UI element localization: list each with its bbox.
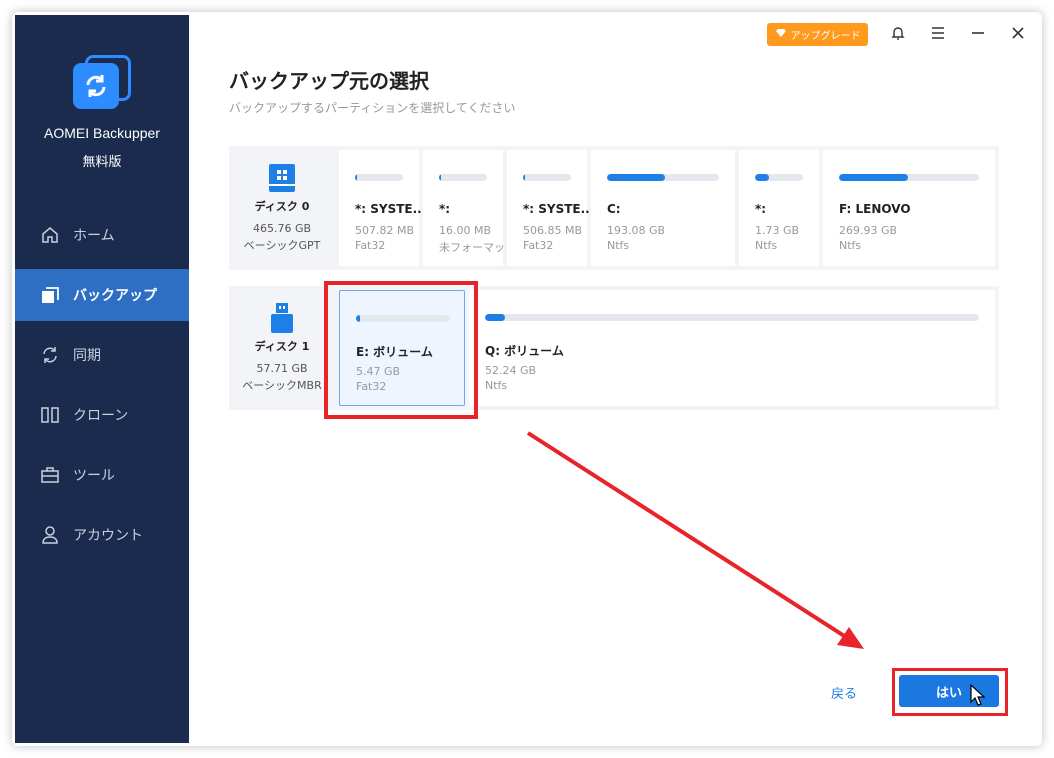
minimize-icon [970,25,986,46]
partition-card[interactable]: Q: ボリューム 52.24 GB Ntfs [469,290,995,406]
sidebar-item-account[interactable]: アカウント [15,509,189,561]
sidebar-item-label: アカウント [73,528,143,544]
partition-card[interactable]: *: 1.73 GB Ntfs [739,150,819,266]
partition-size: 52.24 GB [485,364,537,377]
backup-icon [39,284,61,306]
disk-type: ベーシックMBR [242,379,322,392]
partition-size: 507.82 MB [355,224,415,237]
sidebar: AOMEI Backupper 無料版 ホーム バックアップ 同期 クローン ツ… [15,15,189,743]
upgrade-label: アップグレード [790,31,861,42]
partition-name: Q: ボリューム [485,344,564,358]
sidebar-item-home[interactable]: ホーム [15,209,189,261]
annotation-highlight-partition [324,281,478,419]
partition-fs: Fat32 [523,239,554,252]
hamburger-menu-icon [930,25,946,46]
minimize-button[interactable] [966,23,990,47]
disk-name: ディスク 1 [254,340,310,353]
partition-fs: 未フォーマット [439,241,516,254]
notification-button[interactable] [886,23,910,47]
disk-type: ベーシックGPT [243,239,321,252]
partition-card[interactable]: C: 193.08 GB Ntfs [591,150,735,266]
disk-name: ディスク 0 [254,200,310,213]
sidebar-item-backup[interactable]: バックアップ [15,269,189,321]
sidebar-item-label: ツール [73,468,115,484]
partition-name: *: [439,202,451,216]
upgrade-button[interactable]: アップグレード [767,23,868,46]
sidebar-item-label: ホーム [73,228,115,244]
page-subtitle: バックアップするパーティションを選択してください [229,101,516,115]
bell-icon [890,25,906,46]
menu-button[interactable] [926,23,950,47]
partition-fs: Ntfs [607,239,630,252]
close-button[interactable] [1006,23,1030,47]
partition-size: 506.85 MB [523,224,583,237]
disk-row-0: ディスク 0 465.76 GB ベーシックGPT *: SYSTE... 50… [229,146,999,270]
partition-name: *: [755,202,767,216]
sidebar-item-sync[interactable]: 同期 [15,329,189,381]
refresh-icon [73,63,119,109]
sync-icon [39,344,61,366]
partition-card[interactable]: *: 16.00 MB 未フォーマット [423,150,516,266]
sidebar-item-tools[interactable]: ツール [15,449,189,501]
partition-size: 269.93 GB [839,224,898,237]
toolbox-icon [39,464,61,486]
close-icon [1010,25,1026,46]
sidebar-item-label: クローン [73,408,129,424]
clone-icon [39,404,61,426]
partition-fs: Ntfs [485,379,508,392]
disk-info: ディスク 1 57.71 GB ベーシックMBR [229,286,335,410]
app-name: AOMEI Backupper [44,125,160,141]
partition-fs: Ntfs [755,239,778,252]
disk-size: 57.71 GB [256,362,308,375]
partition-size: 193.08 GB [607,224,666,237]
partition-name: F: LENOVO [839,202,911,216]
partition-size: 1.73 GB [755,224,800,237]
partition-card[interactable]: *: SYSTE... 506.85 MB Fat32 [507,150,594,266]
diamond-icon [775,28,787,41]
partition-name: *: SYSTE... [355,202,427,216]
back-button[interactable]: 戻る [831,683,857,702]
app-logo [73,55,133,115]
app-edition: 無料版 [82,155,122,170]
disk-info: ディスク 0 465.76 GB ベーシックGPT [229,146,335,270]
app-window: AOMEI Backupper 無料版 ホーム バックアップ 同期 クローン ツ… [15,15,1039,743]
sidebar-item-clone[interactable]: クローン [15,389,189,441]
home-icon [39,224,61,246]
partition-card[interactable]: *: SYSTE... 507.82 MB Fat32 [339,150,426,266]
disk-size: 465.76 GB [252,222,312,235]
partition-card[interactable]: F: LENOVO 269.93 GB Ntfs [823,150,995,266]
annotation-highlight-button [892,668,1008,716]
page-title: バックアップ元の選択 [229,69,429,93]
hard-disk-icon [265,162,299,194]
partition-fs: Ntfs [839,239,862,252]
sidebar-item-label: バックアップ [73,288,157,304]
sidebar-item-label: 同期 [73,348,101,364]
partition-size: 16.00 MB [439,224,492,237]
usb-drive-icon [265,302,299,334]
partition-name: C: [607,202,621,216]
user-icon [39,524,61,546]
partition-name: *: SYSTE... [523,202,595,216]
partition-fs: Fat32 [355,239,386,252]
